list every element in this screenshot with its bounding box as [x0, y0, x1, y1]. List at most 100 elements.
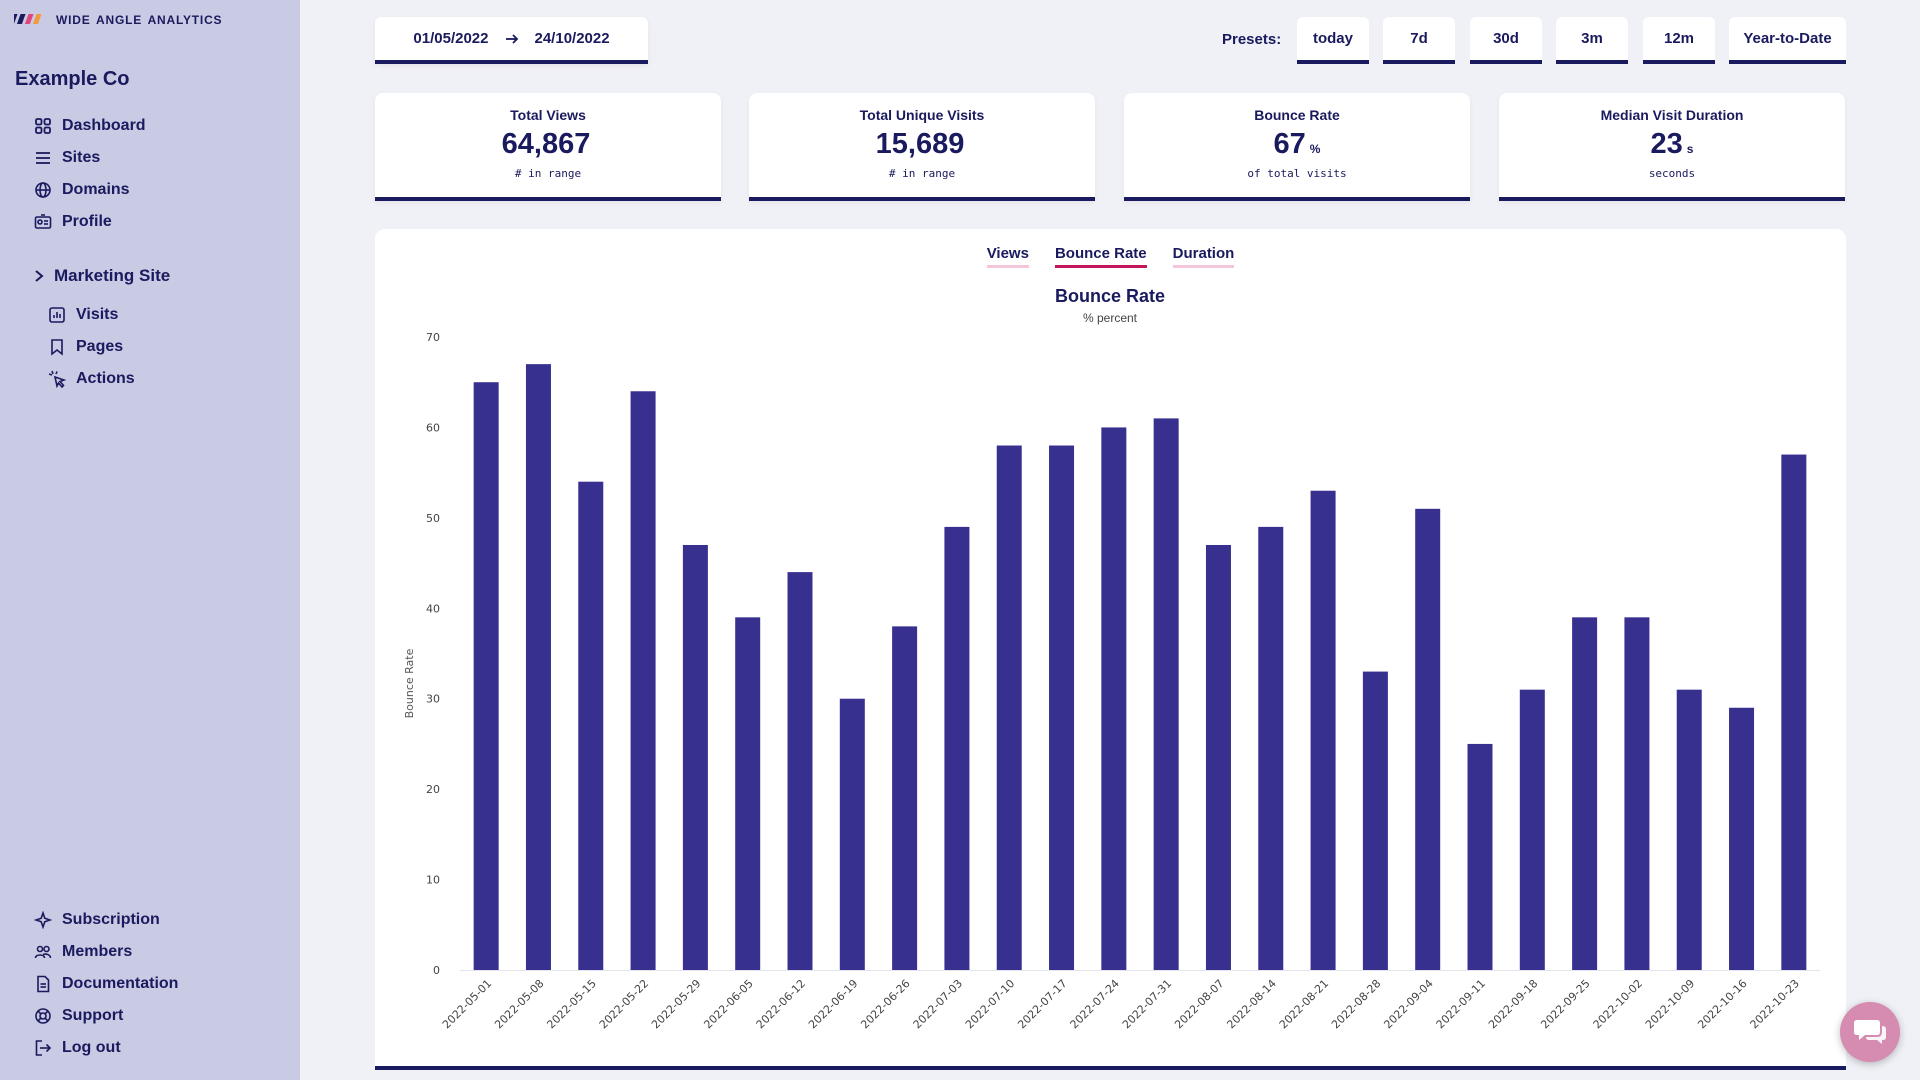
- bar-2022-05-29: [682, 544, 708, 970]
- stat-card-bounce-rate: Bounce Rate 67% of total visits: [1124, 93, 1470, 201]
- chart-panel: Views Bounce Rate Duration Bounce Rate% …: [375, 229, 1846, 1070]
- preset-7d-button[interactable]: 7d: [1383, 17, 1455, 64]
- document-icon: [37, 975, 50, 993]
- nav-label: Support: [62, 1007, 124, 1024]
- stat-number: 15,689: [875, 128, 965, 160]
- brand-logo-icon: [14, 14, 42, 24]
- x-tick-label: 2022-07-10: [963, 977, 1017, 1031]
- chart-title: Bounce Rate: [1055, 286, 1165, 306]
- x-tick-label: 2022-09-18: [1486, 977, 1540, 1031]
- y-tick-label: 70: [426, 331, 440, 344]
- stat-title: Total Views: [510, 107, 586, 123]
- users-icon: [34, 945, 52, 959]
- nav-item-actions[interactable]: Actions: [48, 363, 135, 395]
- stat-number: 23: [1650, 128, 1683, 160]
- x-tick-label: 2022-07-31: [1120, 977, 1174, 1031]
- nav-item-sites[interactable]: Sites: [34, 142, 146, 174]
- stat-subtitle: # in range: [888, 167, 956, 180]
- x-tick-label: 2022-10-09: [1643, 977, 1697, 1031]
- presets-label: Presets:: [1222, 31, 1282, 48]
- stat-title: Bounce Rate: [1254, 107, 1340, 123]
- y-tick-label: 10: [426, 874, 440, 887]
- y-tick-label: 60: [426, 421, 440, 434]
- bar-2022-10-16: [1729, 707, 1755, 970]
- bar-2022-10-23: [1781, 454, 1807, 970]
- nav-item-profile[interactable]: Profile: [34, 206, 146, 238]
- chevron-right-icon: [35, 270, 44, 282]
- list-icon: [36, 152, 50, 164]
- bar-2022-08-21: [1310, 490, 1336, 970]
- y-tick-label: 0: [433, 964, 440, 977]
- brand[interactable]: wide angle analytics: [14, 9, 222, 29]
- site-nav: Visits Pages Actions: [48, 299, 135, 395]
- bar-2022-08-28: [1362, 671, 1388, 970]
- bar-2022-09-04: [1415, 508, 1441, 970]
- bar-2022-08-07: [1205, 544, 1231, 970]
- site-selector[interactable]: Marketing Site: [32, 266, 170, 286]
- nav-item-logout[interactable]: Log out: [34, 1032, 178, 1064]
- bar-2022-06-26: [892, 626, 918, 970]
- nav-item-documentation[interactable]: Documentation: [34, 968, 178, 1000]
- x-tick-label: 2022-06-19: [806, 977, 860, 1031]
- bookmark-icon: [51, 339, 63, 356]
- x-tick-label: 2022-06-05: [701, 977, 755, 1031]
- stat-card-unique-visits: Total Unique Visits 15,689 # in range: [749, 93, 1095, 201]
- x-tick-label: 2022-10-02: [1591, 977, 1645, 1031]
- nav-item-subscription[interactable]: Subscription: [34, 904, 178, 936]
- nav-label: Actions: [76, 370, 135, 387]
- preset-ytd-button[interactable]: Year-to-Date: [1729, 17, 1846, 64]
- x-tick-label: 2022-10-16: [1695, 977, 1749, 1031]
- nav-item-dashboard[interactable]: Dashboard: [34, 110, 146, 142]
- x-tick-label: 2022-05-15: [544, 977, 598, 1031]
- nav-item-domains[interactable]: Domains: [34, 174, 146, 206]
- x-tick-label: 2022-09-11: [1434, 977, 1488, 1031]
- x-tick-label: 2022-08-07: [1172, 977, 1226, 1031]
- chat-button[interactable]: [1840, 1002, 1900, 1062]
- sparkle-icon: [34, 911, 52, 929]
- nav-label: Domains: [62, 181, 130, 198]
- org-name: Example Co: [15, 68, 130, 90]
- bar-2022-06-05: [735, 617, 761, 970]
- logout-icon: [35, 1040, 52, 1056]
- stat-unit: %: [1309, 142, 1321, 156]
- bar-2022-06-12: [787, 572, 813, 970]
- date-range-picker[interactable]: 01/05/2022 24/10/2022: [375, 17, 648, 64]
- x-tick-label: 2022-10-23: [1748, 977, 1802, 1031]
- x-tick-label: 2022-09-04: [1381, 977, 1435, 1031]
- chat-bubbles-icon: [1854, 1020, 1886, 1044]
- chart-icon: [49, 307, 65, 323]
- nav-label: Subscription: [62, 911, 160, 928]
- nav-label: Log out: [62, 1039, 121, 1056]
- bar-2022-09-25: [1572, 617, 1598, 970]
- nav-label: Dashboard: [62, 117, 146, 134]
- nav-item-visits[interactable]: Visits: [48, 299, 135, 331]
- preset-3m-button[interactable]: 3m: [1556, 17, 1628, 64]
- x-tick-label: 2022-08-14: [1224, 977, 1278, 1031]
- nav-item-pages[interactable]: Pages: [48, 331, 135, 363]
- bar-2022-05-15: [578, 481, 604, 970]
- stat-card-median-duration: Median Visit Duration 23 s seconds: [1499, 93, 1845, 201]
- stat-number: 67: [1273, 128, 1306, 160]
- nav-label: Sites: [62, 149, 101, 166]
- stat-value: 23 s: [1499, 127, 1845, 166]
- preset-30d-button[interactable]: 30d: [1470, 17, 1542, 64]
- bar-2022-07-17: [1049, 445, 1075, 970]
- y-axis-label: Bounce Rate: [403, 648, 416, 718]
- preset-today-button[interactable]: today: [1297, 17, 1369, 64]
- nav-item-support[interactable]: Support: [34, 1000, 178, 1032]
- nav-item-members[interactable]: Members: [34, 936, 178, 968]
- x-tick-label: 2022-08-28: [1329, 977, 1383, 1031]
- bar-2022-07-24: [1101, 427, 1127, 970]
- x-tick-label: 2022-05-08: [492, 977, 546, 1031]
- bar-2022-09-11: [1467, 743, 1493, 970]
- click-icon: [48, 370, 66, 388]
- sidebar: wide angle analytics Example Co Dashboar…: [0, 0, 300, 1080]
- bar-2022-05-01: [473, 382, 499, 970]
- globe-icon: [35, 182, 51, 198]
- x-tick-label: 2022-06-26: [858, 977, 912, 1031]
- stat-subtitle: seconds: [1648, 167, 1696, 180]
- nav-label: Documentation: [62, 975, 179, 992]
- stat-number: 64,867: [501, 128, 591, 160]
- preset-12m-button[interactable]: 12m: [1643, 17, 1715, 64]
- bar-2022-05-08: [525, 364, 551, 971]
